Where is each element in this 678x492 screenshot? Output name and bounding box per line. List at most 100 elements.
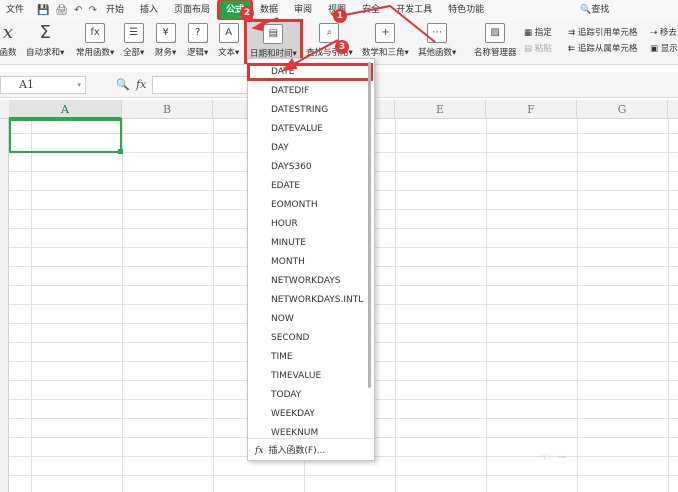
datetime-dropdown: DATE DATEDIF DATESTRING DATEVALUE DAY DA… xyxy=(247,58,375,461)
finance-label: 财务 xyxy=(155,48,173,58)
tab-developer[interactable]: 开发工具 xyxy=(390,1,438,19)
dropdown-item-hour[interactable]: HOUR xyxy=(271,216,298,232)
dropdown-scrollbar[interactable] xyxy=(368,62,371,388)
zoom-icon[interactable]: 🔍 xyxy=(116,78,130,91)
dropdown-item-today[interactable]: TODAY xyxy=(271,387,301,403)
dropdown-item-networkdays[interactable]: NETWORKDAYS xyxy=(271,273,341,289)
tab-home[interactable]: 开始 xyxy=(100,1,130,19)
tab-security[interactable]: 安全 xyxy=(356,1,386,19)
paste-button[interactable]: ▤ 粘贴 xyxy=(524,41,552,57)
dropdown-item-month[interactable]: MONTH xyxy=(271,254,305,270)
undo-icon[interactable]: ↶ xyxy=(71,5,85,16)
chevron-down-icon[interactable]: ▾ xyxy=(77,77,81,93)
dropdown-item-second[interactable]: SECOND xyxy=(271,330,309,346)
print-icon[interactable]: 🖨 xyxy=(52,5,71,16)
row-headers[interactable] xyxy=(0,119,9,492)
common-functions-label: 常用函数 xyxy=(76,48,111,58)
text-functions-label: 文本 xyxy=(218,48,236,58)
trace-precedents-label: 追踪引用单元格 xyxy=(577,28,638,38)
tab-insert[interactable]: 插入 xyxy=(134,1,164,19)
name-box-value: A1 xyxy=(19,78,34,91)
more-icon: ⋯ xyxy=(427,23,448,43)
step-badge-1: 1 xyxy=(333,9,347,23)
fill-handle[interactable] xyxy=(118,149,123,154)
column-header-f[interactable]: F xyxy=(486,100,577,119)
text-functions-button[interactable]: A 文本▾ xyxy=(218,23,239,58)
dropdown-item-time[interactable]: TIME xyxy=(271,349,293,365)
other-functions-button[interactable]: ⋯ 其他函数▾ xyxy=(418,23,456,58)
all-functions-button[interactable]: ☰ 全部▾ xyxy=(123,23,144,58)
column-header-g[interactable]: G xyxy=(577,100,668,119)
datetime-button[interactable]: ▤ 日期和时间▾ xyxy=(244,19,303,64)
formula-input[interactable] xyxy=(152,76,248,94)
dropdown-item-weekday[interactable]: WEEKDAY xyxy=(271,406,315,422)
dropdown-item-timevalue[interactable]: TIMEVALUE xyxy=(271,368,321,384)
move-show-group: ⇢ 移去 ▣ 显示 xyxy=(650,25,678,57)
trace-dependents-label: 追踪从属单元格 xyxy=(577,44,638,54)
assign-button[interactable]: ▦ 指定 xyxy=(524,25,552,41)
insert-function-menu-item[interactable]: fx 插入函数(F)... xyxy=(255,443,325,456)
column-header-e[interactable]: E xyxy=(395,100,486,119)
redo-icon[interactable]: ↷ xyxy=(86,5,100,16)
other-functions-label: 其他函数 xyxy=(418,48,453,58)
move-button[interactable]: ⇢ 移去 xyxy=(650,25,678,41)
assign-paste-group: ▦ 指定 ▤ 粘贴 xyxy=(524,25,552,57)
dropdown-item-edate[interactable]: EDATE xyxy=(271,178,300,194)
dropdown-item-date[interactable]: DATE xyxy=(247,63,373,81)
dropdown-item-datevalue[interactable]: DATEVALUE xyxy=(271,121,323,137)
calendar-icon: ▤ xyxy=(263,24,284,44)
name-manager-button[interactable]: ▨ 名称管理器 xyxy=(474,23,517,58)
dropdown-item-datestring[interactable]: DATESTRING xyxy=(271,102,328,118)
trace-dependents-button[interactable]: ⇇ 追踪从属单元格 xyxy=(568,41,637,57)
step-badge-2: 2 xyxy=(240,6,254,20)
tab-page-layout[interactable]: 页面布局 xyxy=(168,1,216,19)
fx-icon: fx xyxy=(255,446,264,456)
column-header-b[interactable]: B xyxy=(122,100,213,119)
lookup-icon: ⌕ xyxy=(319,23,340,43)
tab-data[interactable]: 数据 xyxy=(254,1,284,19)
common-functions-button[interactable]: fx 常用函数▾ xyxy=(76,23,114,58)
dropdown-item-datedif[interactable]: DATEDIF xyxy=(271,83,309,99)
finance-button[interactable]: ¥ 财务▾ xyxy=(155,23,176,58)
trace-precedents-button[interactable]: ⇉ 追踪引用单元格 xyxy=(568,25,637,41)
menu-file[interactable]: 文件 xyxy=(0,1,30,19)
paste-label: 粘贴 xyxy=(534,44,552,54)
trace-group: ⇉ 追踪引用单元格 ⇇ 追踪从属单元格 xyxy=(568,25,637,57)
fx-label[interactable]: fx xyxy=(136,78,146,91)
save-icon[interactable]: 💾 xyxy=(34,5,52,16)
name-box[interactable]: A1 ▾ xyxy=(0,76,86,94)
math-label: 数学和三角 xyxy=(362,48,405,58)
finance-icon: ¥ xyxy=(155,23,176,43)
tab-special[interactable]: 特色功能 xyxy=(442,1,490,19)
search-icon: 🔍 xyxy=(580,5,592,15)
all-functions-label: 全部 xyxy=(123,48,141,58)
logic-label: 逻辑 xyxy=(187,48,205,58)
step-badge-3: 3 xyxy=(335,40,349,54)
dropdown-item-day[interactable]: DAY xyxy=(271,140,289,156)
show-button[interactable]: ▣ 显示 xyxy=(650,41,678,57)
insert-function-label: 函数 xyxy=(0,48,17,58)
selected-cell-a1[interactable] xyxy=(9,119,123,154)
math-icon: + xyxy=(375,23,396,43)
show-label: 显示 xyxy=(660,44,678,54)
dropdown-item-minute[interactable]: MINUTE xyxy=(271,235,306,251)
insert-function-button[interactable]: x 函数 xyxy=(0,23,18,59)
dropdown-item-networkdays-intl[interactable]: NETWORKDAYS.INTL xyxy=(271,292,363,308)
sigma-icon: Σ xyxy=(39,22,51,43)
column-header-a[interactable]: A xyxy=(9,100,122,119)
insert-function-menu-label: 插入函数(F)... xyxy=(268,446,326,456)
dropdown-item-days360[interactable]: DAYS360 xyxy=(271,159,312,175)
logic-button[interactable]: ? 逻辑▾ xyxy=(187,23,208,58)
autosum-button[interactable]: Σ 自动求和▾ xyxy=(26,22,64,59)
name-manager-icon: ▨ xyxy=(485,23,506,43)
tab-review[interactable]: 审阅 xyxy=(288,1,318,19)
common-functions-icon: fx xyxy=(85,23,106,43)
math-button[interactable]: + 数学和三角▾ xyxy=(362,23,409,58)
dropdown-item-eomonth[interactable]: EOMONTH xyxy=(271,197,318,213)
move-label: 移去 xyxy=(659,28,677,38)
dropdown-item-now[interactable]: NOW xyxy=(271,311,294,327)
logic-icon: ? xyxy=(187,23,208,43)
autosum-label: 自动求和 xyxy=(26,48,61,58)
search-box[interactable]: 🔍查找 xyxy=(580,2,609,15)
assign-label: 指定 xyxy=(534,28,552,38)
